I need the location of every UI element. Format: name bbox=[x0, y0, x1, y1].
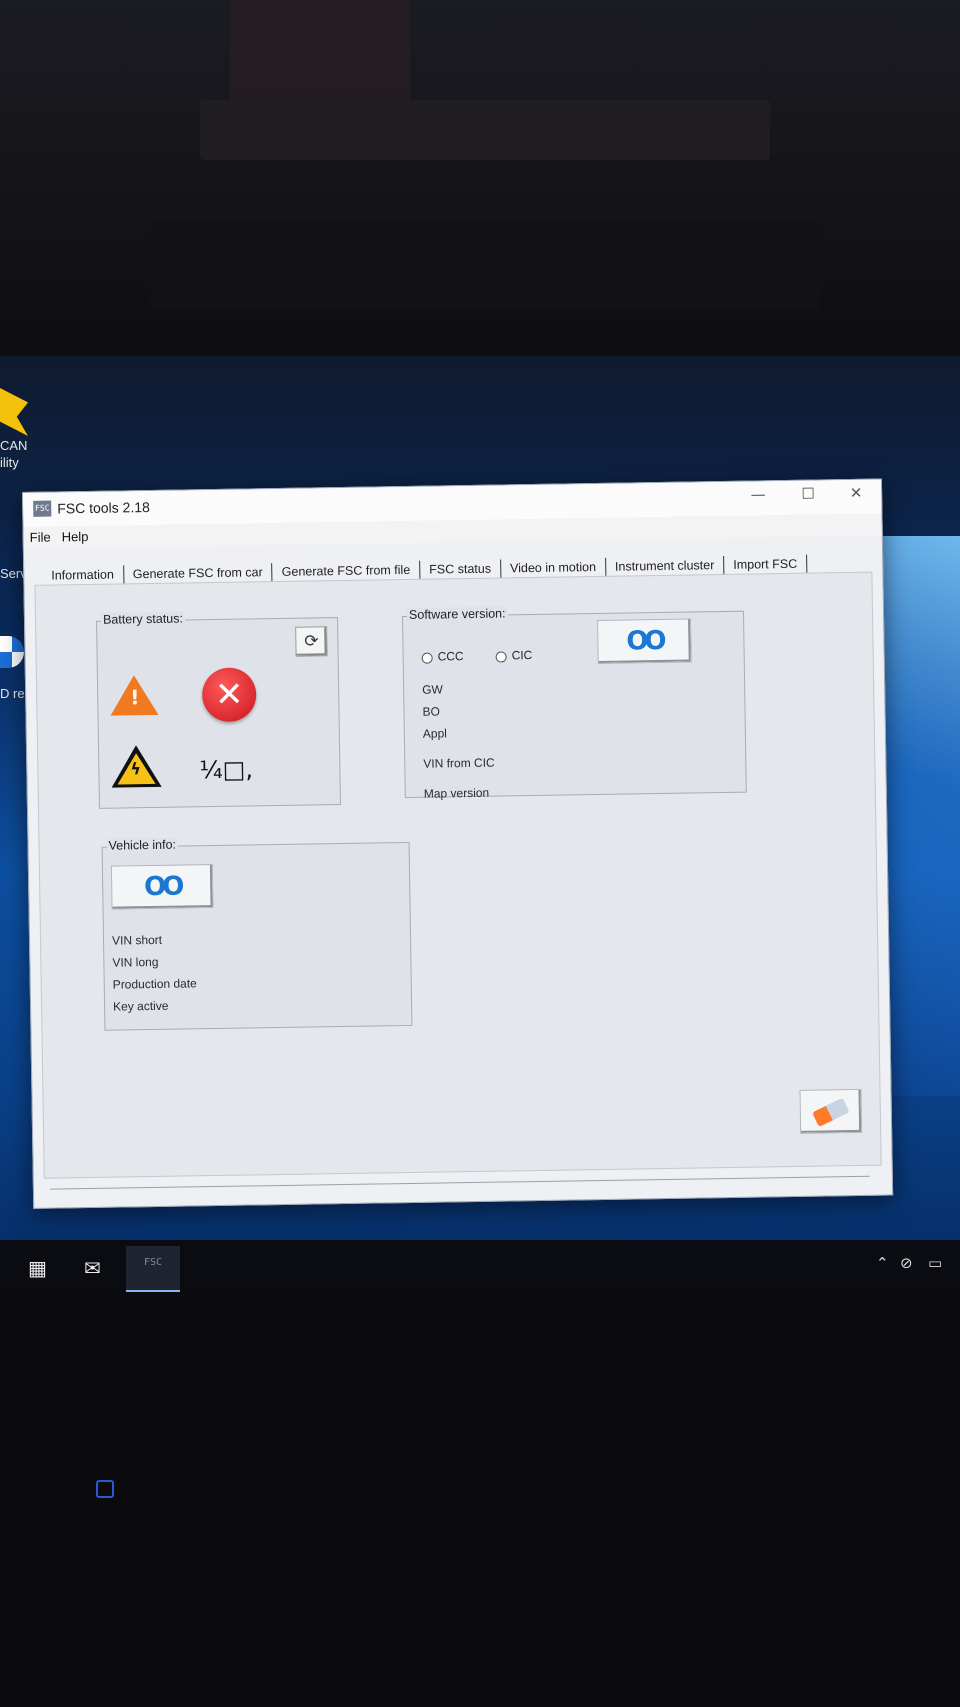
battery-status-group: Battery status: ⟳ ! ✕ ϟ ¼□, bbox=[96, 611, 341, 809]
app-logo: FSC bbox=[33, 500, 52, 517]
tab-instrument-cluster[interactable]: Instrument cluster bbox=[605, 555, 725, 576]
taskbar-app-label: FSC bbox=[143, 1257, 163, 1268]
maximize-button[interactable]: ☐ bbox=[793, 484, 823, 503]
vehicle-info-legend: Vehicle info: bbox=[106, 837, 179, 853]
information-panel: Battery status: ⟳ ! ✕ ϟ ¼□, Software ver… bbox=[34, 571, 882, 1179]
eraser-icon bbox=[812, 1097, 850, 1127]
status-bar-divider bbox=[49, 1175, 870, 1190]
desktop-icon-label: ility bbox=[0, 455, 19, 470]
vin-long-label: VIN long bbox=[112, 954, 159, 970]
background-object bbox=[150, 220, 820, 310]
radio-ccc-label: CCC bbox=[437, 649, 464, 664]
tab-import-fsc[interactable]: Import FSC bbox=[724, 554, 808, 574]
tab-video-in-motion[interactable]: Video in motion bbox=[500, 557, 607, 578]
warning-icon: ! bbox=[109, 674, 159, 716]
high-voltage-icon: ϟ bbox=[110, 744, 162, 788]
appl-label: Appl bbox=[422, 726, 447, 741]
software-version-legend: Software version: bbox=[406, 606, 508, 622]
background-object bbox=[230, 0, 410, 110]
glasses-icon: OO bbox=[143, 871, 181, 903]
clear-button[interactable] bbox=[799, 1088, 863, 1134]
background-object bbox=[200, 100, 770, 160]
battery-status-legend: Battery status: bbox=[100, 611, 186, 627]
map-version-label: Map version bbox=[423, 785, 490, 801]
vin-from-cic-label: VIN from CIC bbox=[423, 755, 495, 771]
production-date-label: Production date bbox=[112, 976, 197, 992]
tray-chevron-icon[interactable]: ⌃ bbox=[876, 1254, 889, 1272]
desktop-icon-label: D re bbox=[0, 686, 25, 701]
tab-information[interactable]: Information bbox=[42, 565, 124, 585]
radio-ccc[interactable] bbox=[421, 652, 433, 664]
vehicle-info-group: Vehicle info: OO VIN short VIN long Prod… bbox=[101, 837, 413, 1031]
read-software-button[interactable]: OO bbox=[597, 618, 692, 664]
fsc-tools-window: FSC FSC tools 2.18 — ☐ ✕ File Help Infor… bbox=[22, 478, 894, 1209]
mail-icon[interactable]: ✉ bbox=[84, 1256, 101, 1280]
room-background bbox=[0, 0, 960, 380]
lock-icon bbox=[96, 1480, 114, 1498]
close-button[interactable]: ✕ bbox=[841, 484, 871, 502]
battery-tray-icon[interactable]: ▭ bbox=[928, 1254, 942, 1272]
tab-generate-fsc-from-car[interactable]: Generate FSC from car bbox=[123, 563, 273, 584]
minimize-button[interactable]: — bbox=[743, 485, 773, 503]
gw-label: GW bbox=[422, 682, 443, 697]
refresh-icon[interactable]: ⟳ bbox=[295, 626, 328, 657]
menu-help[interactable]: Help bbox=[62, 529, 89, 544]
network-icon[interactable]: ⊘ bbox=[900, 1254, 913, 1272]
desktop-icon-label: CAN bbox=[0, 438, 28, 453]
vin-short-label: VIN short bbox=[111, 932, 163, 948]
window-title: FSC tools 2.18 bbox=[57, 498, 150, 517]
radio-cic-label: CIC bbox=[511, 648, 533, 663]
taskbar-app-fsc[interactable]: FSC bbox=[126, 1246, 180, 1292]
software-version-group: Software version: CCC CIC OO GW BO Appl … bbox=[401, 606, 747, 801]
tab-fsc-status[interactable]: FSC status bbox=[420, 559, 502, 579]
bo-label: BO bbox=[422, 704, 440, 719]
menu-file[interactable]: File bbox=[30, 530, 51, 545]
start-menu-icon[interactable]: ▦ bbox=[28, 1256, 47, 1280]
taskbar: ▦ ✉ FSC ⌃ ⊘ ▭ bbox=[0, 1240, 960, 1292]
error-icon: ✕ bbox=[201, 667, 257, 723]
battery-value-text: ¼□, bbox=[199, 755, 254, 785]
key-active-label: Key active bbox=[112, 998, 169, 1014]
radio-cic[interactable] bbox=[495, 651, 507, 663]
read-vehicle-button[interactable]: OO bbox=[110, 864, 214, 910]
tab-generate-fsc-from-file[interactable]: Generate FSC from file bbox=[272, 560, 421, 582]
glasses-icon: OO bbox=[626, 625, 663, 657]
